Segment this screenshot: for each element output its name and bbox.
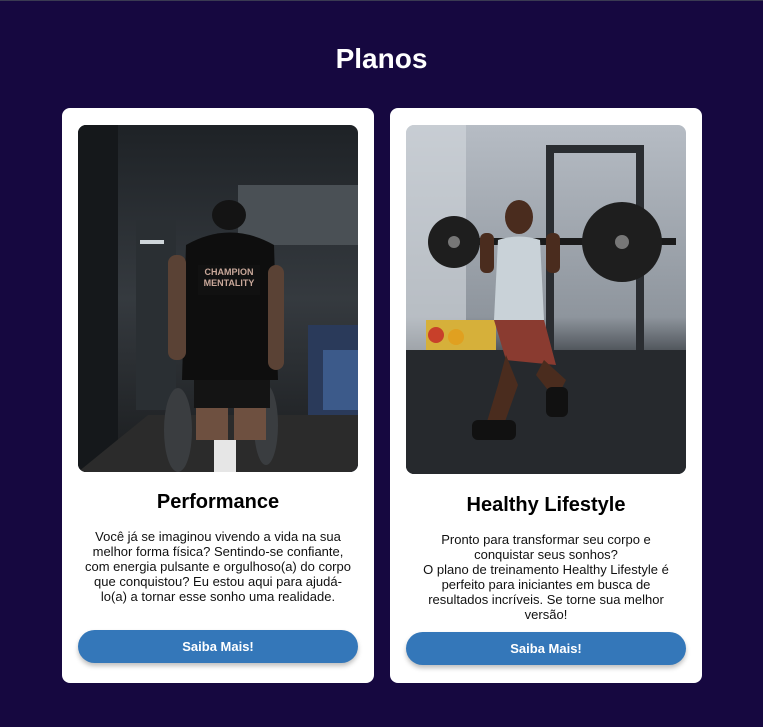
plan-description: Pronto para transformar seu corpo e conq… <box>423 532 669 622</box>
svg-text:MENTALITY: MENTALITY <box>204 278 255 288</box>
saiba-mais-button-performance[interactable]: Saiba Mais! <box>78 630 358 663</box>
saiba-mais-button-healthy-lifestyle[interactable]: Saiba Mais! <box>406 632 686 665</box>
plan-description: Você já se imaginou vivendo a vida na su… <box>85 529 351 604</box>
page-title: Planos <box>335 43 428 74</box>
plan-card-performance: CHAMPION MENTALITY Performance Você já s… <box>62 108 374 683</box>
plan-image-healthy-lifestyle <box>406 125 686 474</box>
plan-card-healthy-lifestyle: Healthy Lifestyle Pronto para transforma… <box>390 108 702 683</box>
plan-title: Healthy Lifestyle <box>466 494 626 516</box>
plan-image-performance: CHAMPION MENTALITY <box>78 125 358 472</box>
svg-text:CHAMPION: CHAMPION <box>205 267 254 277</box>
plan-title: Performance <box>156 491 280 513</box>
